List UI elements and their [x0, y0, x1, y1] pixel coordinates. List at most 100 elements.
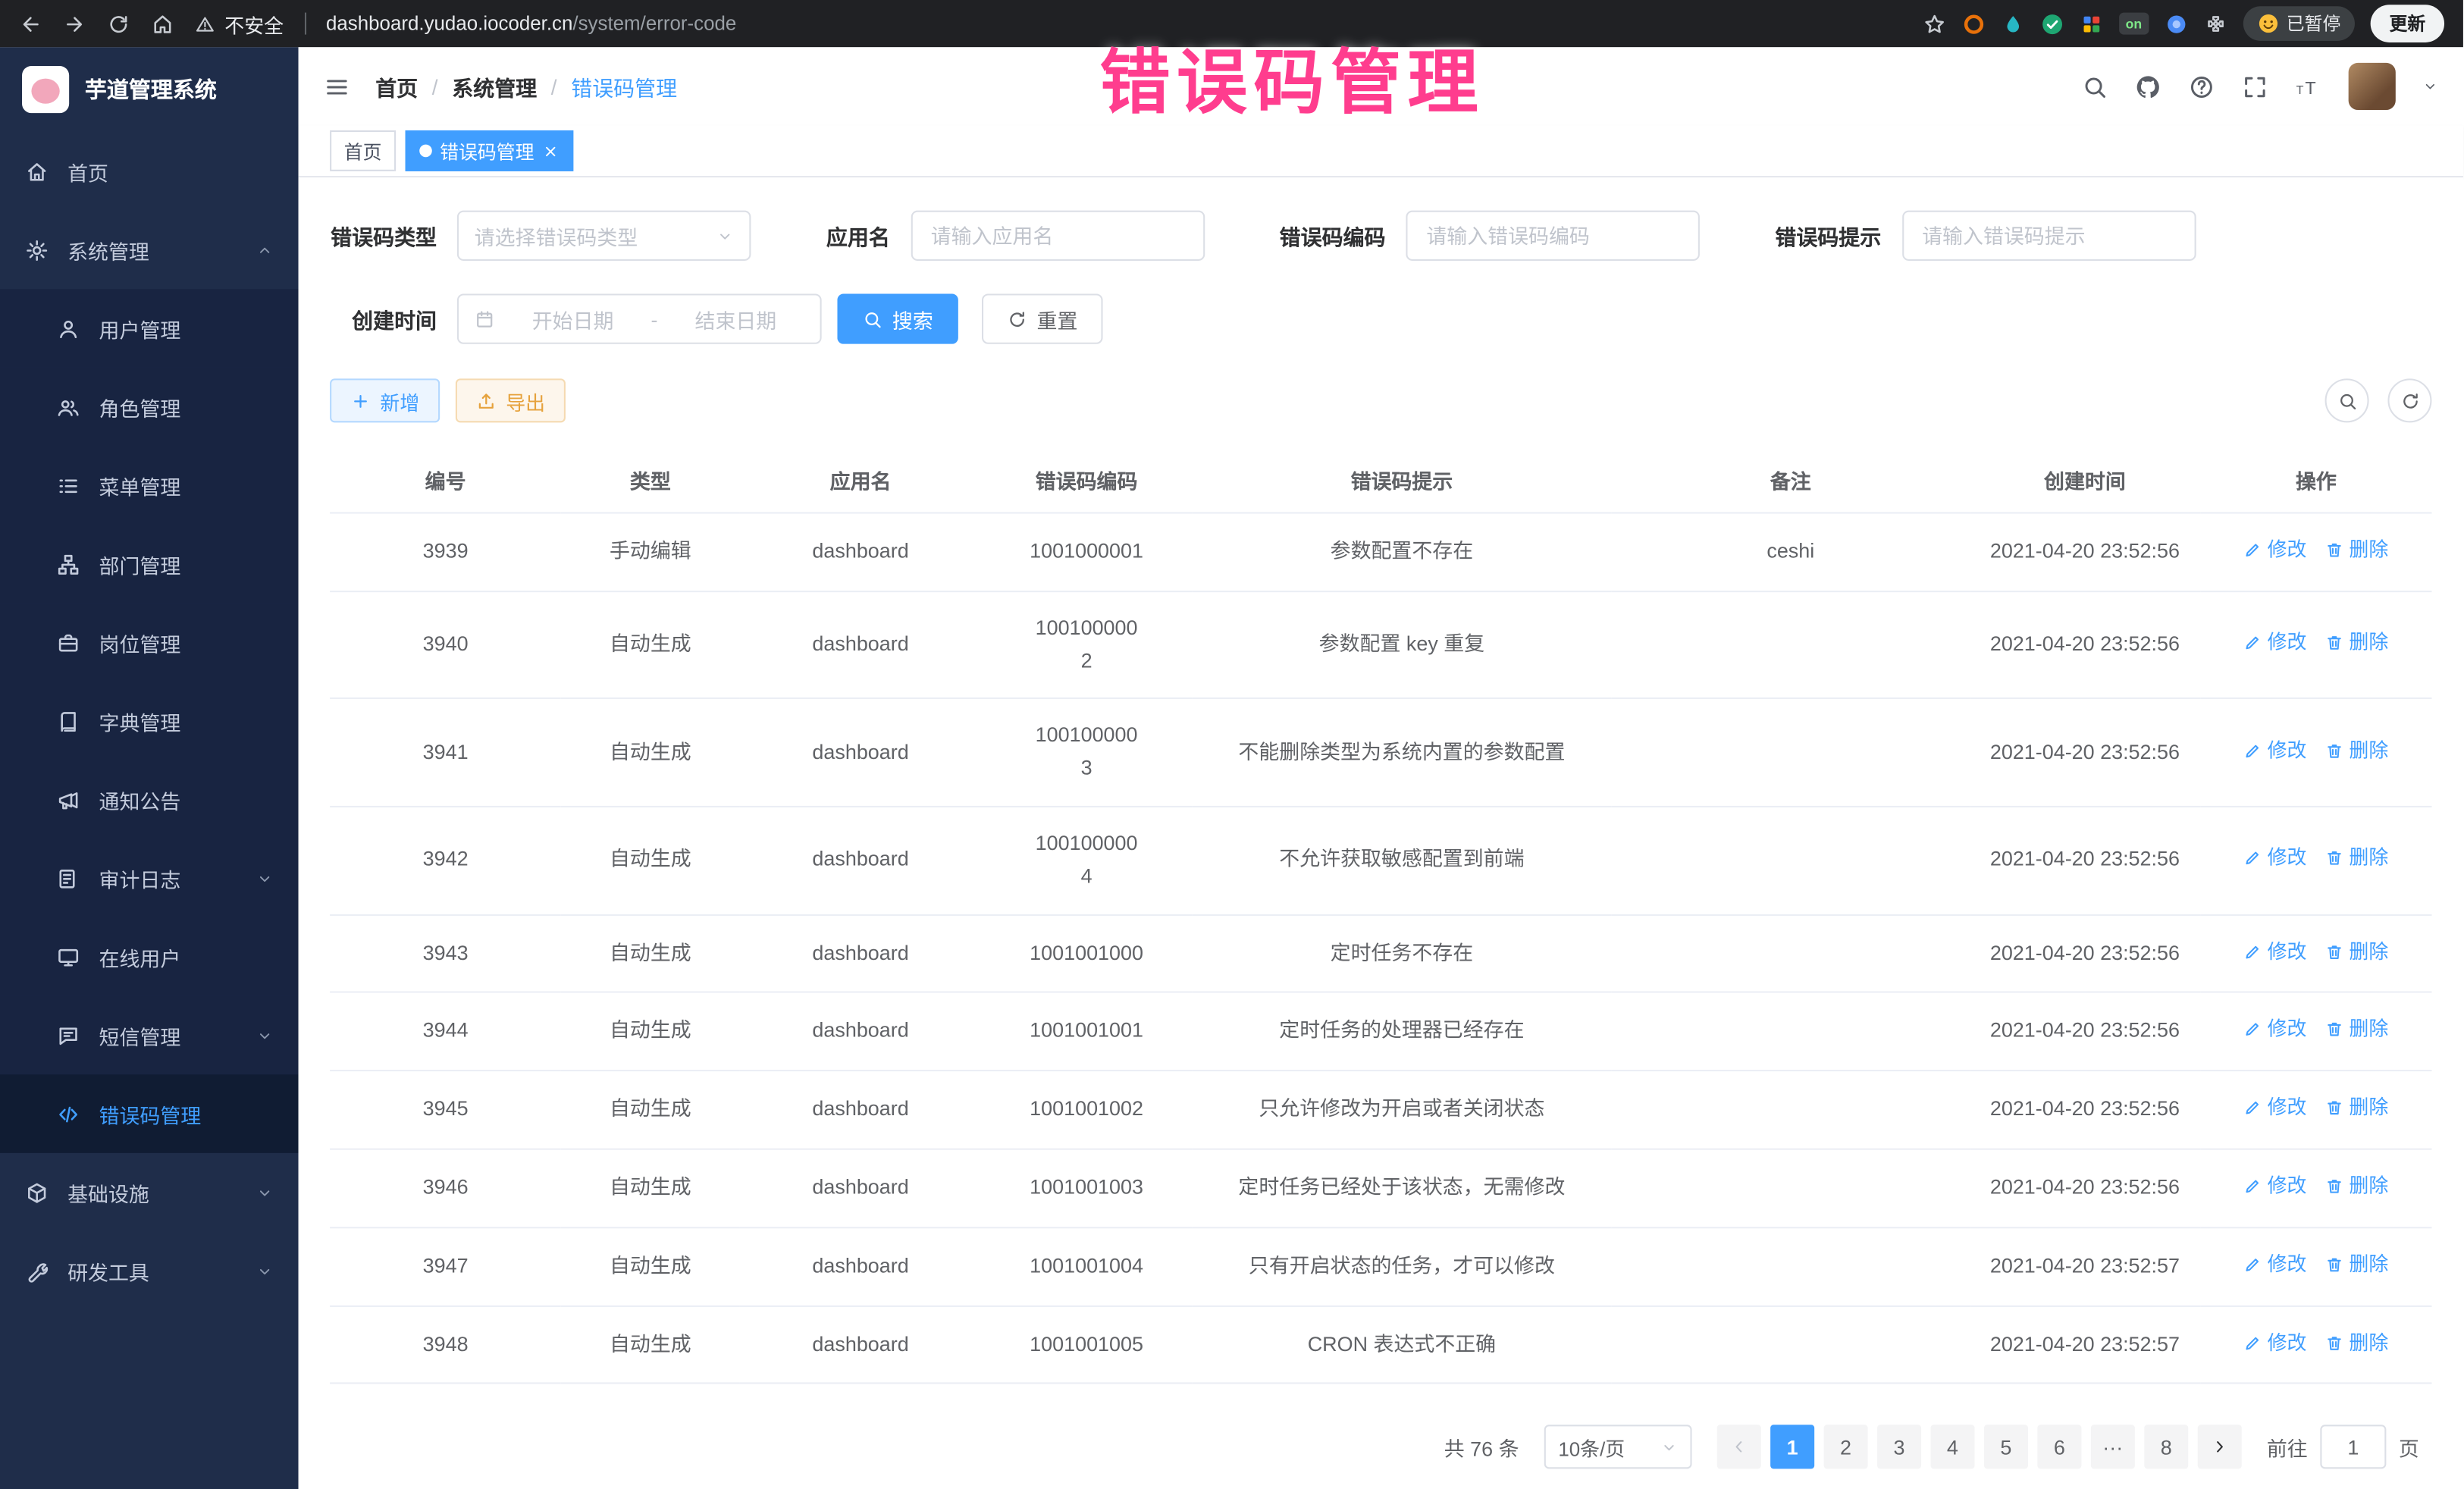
- sidebar-item-audit-log[interactable]: 审计日志: [0, 839, 299, 917]
- github-icon[interactable]: [2135, 73, 2161, 99]
- delete-link[interactable]: 删除: [2325, 1014, 2388, 1045]
- sidebar-item-notice[interactable]: 通知公告: [0, 760, 299, 839]
- delete-icon: [2325, 1333, 2344, 1352]
- prev-page-button[interactable]: [1717, 1425, 1761, 1469]
- puzzle-extension-icon[interactable]: [2203, 12, 2227, 36]
- next-page-button[interactable]: [2198, 1425, 2242, 1469]
- sidebar-item-system[interactable]: 系统管理: [0, 211, 299, 290]
- browser-reload-icon[interactable]: [107, 12, 130, 36]
- edit-link[interactable]: 修改: [2244, 534, 2307, 565]
- update-button[interactable]: 更新: [2371, 5, 2444, 42]
- app-logo[interactable]: 芋道管理系统: [0, 47, 299, 132]
- page-button-3[interactable]: 3: [1877, 1425, 1921, 1469]
- sidebar-item-error-code[interactable]: 错误码管理: [0, 1074, 299, 1153]
- cell-type: 手动编辑: [561, 513, 740, 591]
- page-button-4[interactable]: 4: [1930, 1425, 1974, 1469]
- sidebar-item-home[interactable]: 首页: [0, 132, 299, 211]
- edit-link[interactable]: 修改: [2244, 735, 2307, 766]
- edit-icon: [2244, 942, 2263, 961]
- sidebar-item-sms[interactable]: 短信管理: [0, 996, 299, 1075]
- delete-link[interactable]: 删除: [2325, 534, 2388, 565]
- breadcrumb-item[interactable]: 系统管理: [452, 71, 537, 102]
- page-button-8[interactable]: 8: [2144, 1425, 2188, 1469]
- edit-link[interactable]: 修改: [2244, 1014, 2307, 1045]
- reset-button[interactable]: 重置: [982, 293, 1103, 343]
- app-name-input[interactable]: [928, 222, 1187, 249]
- breadcrumb-item[interactable]: 首页: [375, 71, 418, 102]
- chevron-left-icon: [1729, 1438, 1748, 1457]
- edit-link[interactable]: 修改: [2244, 842, 2307, 873]
- tag-home[interactable]: 首页: [330, 130, 396, 171]
- browser-home-icon[interactable]: [151, 12, 174, 36]
- delete-link[interactable]: 删除: [2325, 735, 2388, 766]
- delete-link[interactable]: 删除: [2325, 1327, 2388, 1358]
- page-button-5[interactable]: 5: [1984, 1425, 2028, 1469]
- sidebar-item-role[interactable]: 角色管理: [0, 368, 299, 447]
- check-extension-icon[interactable]: [2041, 12, 2064, 36]
- header-search-icon[interactable]: [2081, 73, 2108, 99]
- drop-extension-icon[interactable]: [2002, 12, 2025, 36]
- edit-link[interactable]: 修改: [2244, 627, 2307, 658]
- goto-page-input[interactable]: [2320, 1425, 2386, 1469]
- delete-link[interactable]: 删除: [2325, 1249, 2388, 1280]
- sidebar-item-user[interactable]: 用户管理: [0, 289, 299, 368]
- tag-error-code[interactable]: 错误码管理: [406, 130, 574, 171]
- error-hint-input[interactable]: [1919, 222, 2178, 249]
- blue-extension-icon[interactable]: [2164, 12, 2187, 36]
- delete-link[interactable]: 删除: [2325, 1092, 2388, 1123]
- error-code-input[interactable]: [1423, 222, 1682, 249]
- sidebar-item-online-user[interactable]: 在线用户: [0, 917, 299, 996]
- close-icon[interactable]: [542, 143, 560, 160]
- date-range-picker[interactable]: 开始日期 - 结束日期: [457, 293, 822, 343]
- edit-link[interactable]: 修改: [2244, 1327, 2307, 1358]
- toggle-search-button[interactable]: [2325, 378, 2369, 422]
- search-button[interactable]: 搜索: [837, 293, 958, 343]
- security-indicator[interactable]: 不安全: [195, 8, 284, 38]
- page-button-1[interactable]: 1: [1770, 1425, 1814, 1469]
- vpn-on-badge[interactable]: on: [2119, 13, 2148, 35]
- bookmark-star-icon[interactable]: [1923, 12, 1946, 36]
- delete-link[interactable]: 删除: [2325, 1171, 2388, 1202]
- cell-id: 3947: [330, 1227, 561, 1306]
- edit-link[interactable]: 修改: [2244, 936, 2307, 967]
- refresh-table-button[interactable]: [2387, 378, 2431, 422]
- help-icon[interactable]: [2188, 73, 2215, 99]
- cell-code: 1001001002: [981, 1071, 1191, 1149]
- error-type-select[interactable]: 请选择错误码类型: [457, 211, 751, 261]
- sidebar-item-dev-tool[interactable]: 研发工具: [0, 1231, 299, 1310]
- page-size-select[interactable]: 10条/页: [1544, 1425, 1692, 1469]
- delete-link[interactable]: 删除: [2325, 627, 2388, 658]
- more-pages-button[interactable]: ···: [2091, 1425, 2135, 1469]
- avatar-caret-icon[interactable]: [2422, 79, 2438, 95]
- sidebar-item-post[interactable]: 岗位管理: [0, 603, 299, 682]
- error-hint-field: [1901, 211, 2195, 261]
- edit-link[interactable]: 修改: [2244, 1171, 2307, 1202]
- browser-forward-icon[interactable]: [63, 12, 86, 36]
- cell-remark: [1612, 591, 1969, 699]
- fullscreen-icon[interactable]: [2242, 73, 2268, 99]
- sidebar-item-dict[interactable]: 字典管理: [0, 682, 299, 760]
- user-avatar[interactable]: [2349, 63, 2396, 110]
- font-size-icon[interactable]: TT: [2295, 73, 2321, 99]
- cell-app: dashboard: [740, 1306, 982, 1384]
- sidebar-item-label: 角色管理: [99, 392, 274, 422]
- delete-link[interactable]: 删除: [2325, 936, 2388, 967]
- page-button-6[interactable]: 6: [2037, 1425, 2081, 1469]
- logo-image: [22, 66, 69, 113]
- sidebar-item-menu[interactable]: 菜单管理: [0, 446, 299, 525]
- sidebar-item-dept[interactable]: 部门管理: [0, 525, 299, 603]
- edit-link[interactable]: 修改: [2244, 1249, 2307, 1280]
- grid-extension-icon[interactable]: [2080, 12, 2104, 36]
- app-name-field: [911, 211, 1204, 261]
- browser-back-icon[interactable]: [19, 12, 42, 36]
- edit-link[interactable]: 修改: [2244, 1092, 2307, 1123]
- hamburger-icon[interactable]: [324, 73, 350, 99]
- chevron-down-icon: [256, 870, 274, 887]
- record-extension-icon[interactable]: [1962, 12, 1986, 36]
- add-button[interactable]: 新增: [330, 378, 440, 422]
- page-button-2[interactable]: 2: [1824, 1425, 1868, 1469]
- delete-link[interactable]: 删除: [2325, 842, 2388, 873]
- paused-badge[interactable]: 已暂停: [2243, 6, 2355, 41]
- export-button[interactable]: 导出: [456, 378, 566, 422]
- sidebar-item-infra[interactable]: 基础设施: [0, 1153, 299, 1232]
